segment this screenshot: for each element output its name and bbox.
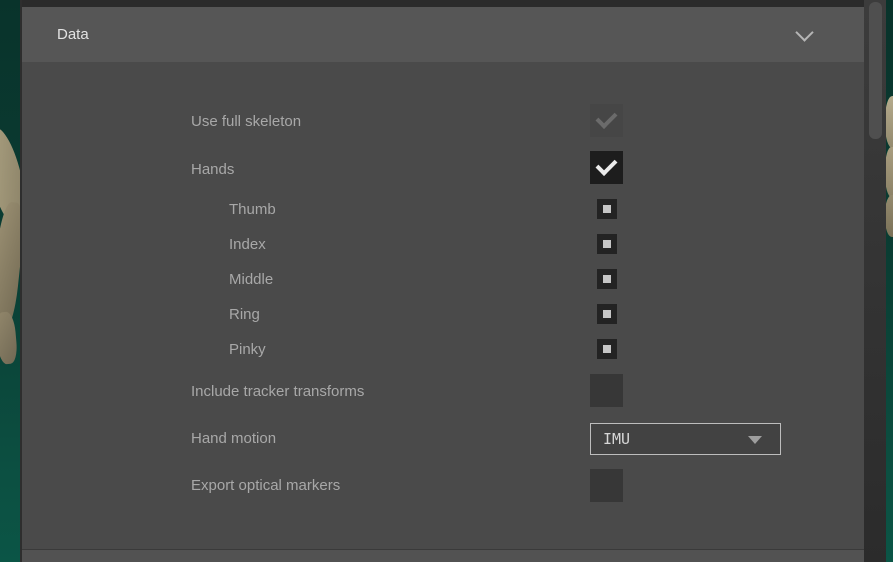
use-full-skeleton-checkbox: [590, 104, 623, 137]
export-optical-markers-checkbox[interactable]: [590, 469, 623, 502]
chevron-down-icon[interactable]: [795, 23, 813, 41]
hand-motion-value: IMU: [603, 424, 630, 454]
hands-label: Hands: [191, 159, 234, 181]
section-title: Data: [57, 7, 89, 62]
data-settings-panel: Data Use full skeleton Hands Thumb Index…: [20, 0, 884, 562]
use-full-skeleton-label: Use full skeleton: [191, 111, 301, 133]
middle-label: Middle: [229, 269, 273, 291]
dropdown-arrow-icon: [748, 436, 762, 444]
include-tracker-transforms-label: Include tracker transforms: [191, 381, 364, 403]
thumb-checkbox[interactable]: [597, 199, 617, 219]
scrollbar-thumb[interactable]: [869, 2, 882, 139]
pinky-label: Pinky: [229, 339, 266, 361]
index-label: Index: [229, 234, 266, 256]
ring-label: Ring: [229, 304, 260, 326]
pinky-checkbox[interactable]: [597, 339, 617, 359]
section-header-data[interactable]: Data: [22, 7, 884, 62]
export-optical-markers-label: Export optical markers: [191, 475, 340, 497]
thumb-label: Thumb: [229, 199, 276, 221]
viewport-3d-left[interactable]: [0, 0, 20, 562]
hand-motion-dropdown[interactable]: IMU: [590, 423, 781, 455]
scrollbar-track[interactable]: [864, 0, 886, 562]
hand-model-fragment: [0, 311, 18, 364]
index-checkbox[interactable]: [597, 234, 617, 254]
hand-motion-label: Hand motion: [191, 428, 276, 450]
hand-model-fragment: [885, 147, 893, 197]
previous-section-edge: [22, 0, 884, 7]
ring-checkbox[interactable]: [597, 304, 617, 324]
include-tracker-transforms-checkbox[interactable]: [590, 374, 623, 407]
hand-model-fragment: [885, 195, 893, 237]
hand-model-fragment: [885, 96, 893, 148]
hands-checkbox[interactable]: [590, 151, 623, 184]
section-body: Use full skeleton Hands Thumb Index Midd…: [22, 62, 884, 549]
next-section-header-edge[interactable]: [22, 549, 884, 562]
settings-window: Data Use full skeleton Hands Thumb Index…: [0, 0, 893, 562]
middle-checkbox[interactable]: [597, 269, 617, 289]
